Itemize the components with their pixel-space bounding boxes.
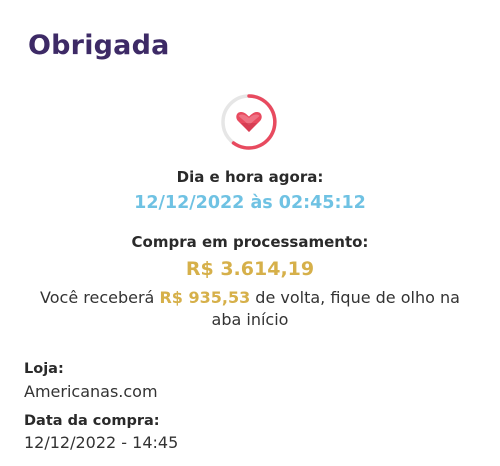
purchase-status-label: Compra em processamento: [131, 233, 369, 251]
cashback-message: Você receberá R$ 935,53 de volta, fique … [0, 287, 500, 331]
store-value: Americanas.com [24, 382, 158, 401]
page-title: Obrigada [28, 30, 170, 61]
heart-icon [236, 111, 262, 132]
progress-ring [221, 94, 277, 150]
processing-status-indicator [219, 92, 279, 152]
purchase-date-label: Data da compra: [24, 413, 160, 429]
purchase-amount: R$ 3.614,19 [185, 258, 315, 280]
purchase-date-value: 12/12/2022 - 14:45 [24, 433, 179, 452]
store-label: Loja: [24, 361, 64, 377]
cashback-amount: R$ 935,53 [159, 288, 251, 307]
datetime-value: 12/12/2022 às 02:45:12 [134, 193, 366, 213]
datetime-label: Dia e hora agora: [176, 168, 324, 186]
cashback-prefix: Você receberá [40, 288, 160, 307]
